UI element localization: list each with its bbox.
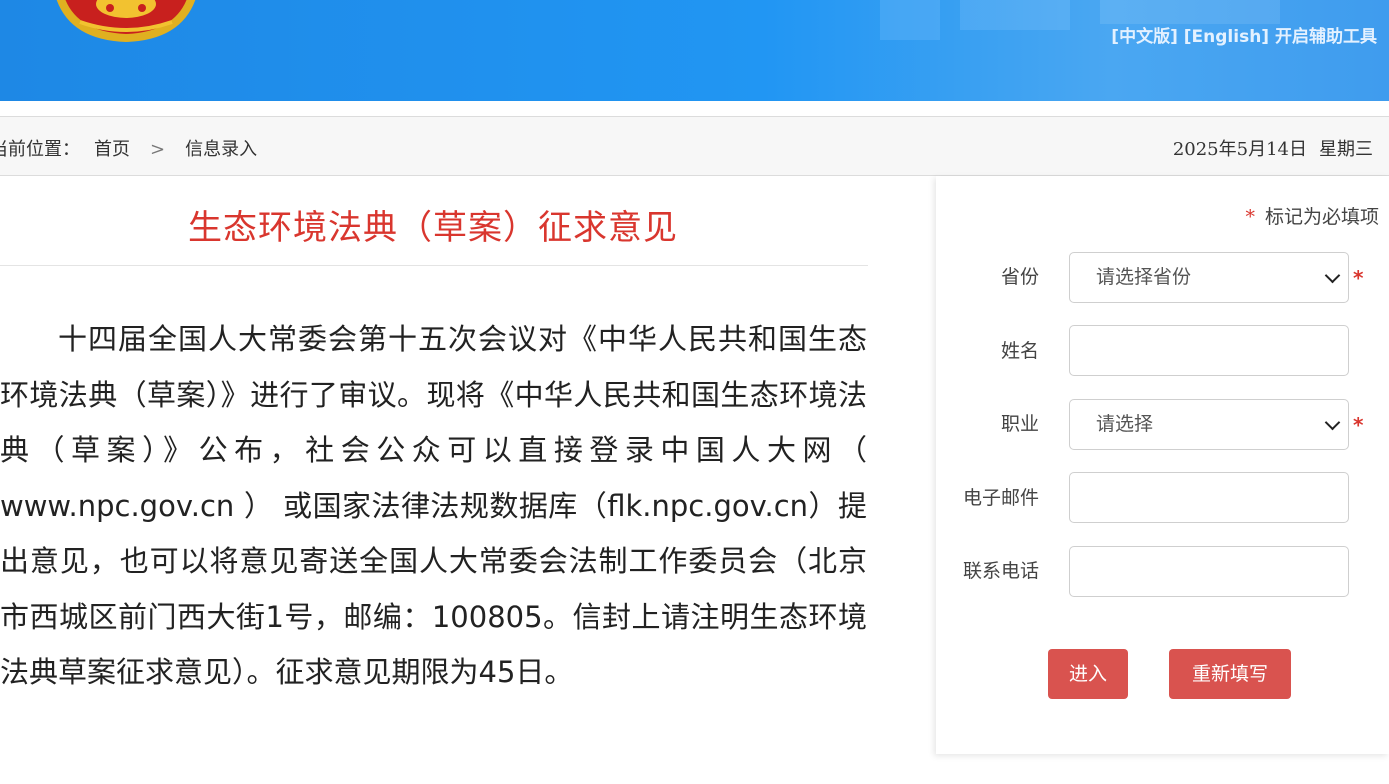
reset-button[interactable]: 重新填写 [1169, 649, 1291, 699]
required-note: * 标记为必填项 [1245, 202, 1379, 229]
date-display: 2025年5月14日 星期三 [1173, 135, 1373, 161]
breadcrumb: 当前位置： 首页 > 信息录入 [0, 135, 257, 161]
top-nav: [中文版] [English] 开启辅助工具 [1111, 22, 1377, 47]
header-building-silhouette [960, 0, 1070, 30]
chevron-down-icon [1324, 267, 1341, 284]
breadcrumb-current: 信息录入 [185, 139, 258, 160]
province-label: 省份 [1000, 266, 1039, 288]
breadcrumb-bar: 当前位置： 首页 > 信息录入 2025年5月14日星期三 [0, 116, 1389, 176]
site-header: [中文版] [English] 开启辅助工具 [0, 0, 1389, 101]
required-star-icon: * [1245, 206, 1255, 228]
occupation-label: 职业 [1000, 413, 1039, 435]
email-input[interactable] [1069, 472, 1349, 523]
article-body: 十四届全国人大常委会第十五次会议对《中华人民共和国生态环境法典（草案）》进行了审… [0, 322, 867, 689]
occupation-select[interactable]: 请选择 [1069, 399, 1349, 450]
submit-button[interactable]: 进入 [1048, 649, 1128, 699]
phone-label: 联系电话 [962, 560, 1039, 582]
name-label: 姓名 [1000, 340, 1039, 362]
occupation-select-value: 请选择 [1096, 413, 1154, 435]
email-label: 电子邮件 [962, 487, 1039, 509]
breadcrumb-home-link[interactable]: 首页 [94, 139, 130, 160]
chevron-down-icon [1324, 414, 1341, 431]
required-star-icon: * [1353, 413, 1364, 437]
date-weekday: 星期三 [1319, 139, 1373, 160]
national-emblem-icon [56, 0, 196, 42]
accessibility-tools-link[interactable]: 开启辅助工具 [1275, 27, 1377, 47]
header-building-silhouette [1100, 0, 1280, 24]
phone-input[interactable] [1069, 546, 1349, 597]
breadcrumb-label: 当前位置： [0, 139, 80, 160]
required-star-icon: * [1353, 266, 1364, 290]
province-select-value: 请选择省份 [1096, 266, 1192, 288]
province-select[interactable]: 请选择省份 [1069, 252, 1349, 303]
page-title: 生态环境法典（草案）征求意见 [188, 208, 678, 248]
title-divider [0, 265, 868, 266]
required-note-text: 标记为必填项 [1264, 206, 1379, 228]
lang-chinese-link[interactable]: [中文版] [1111, 27, 1178, 47]
date-day: 2025年5月14日 [1172, 139, 1307, 160]
name-input[interactable] [1069, 325, 1349, 376]
lang-english-link[interactable]: [English] [1184, 27, 1269, 47]
header-building-silhouette [880, 0, 940, 40]
chevron-right-icon: > [150, 139, 166, 160]
